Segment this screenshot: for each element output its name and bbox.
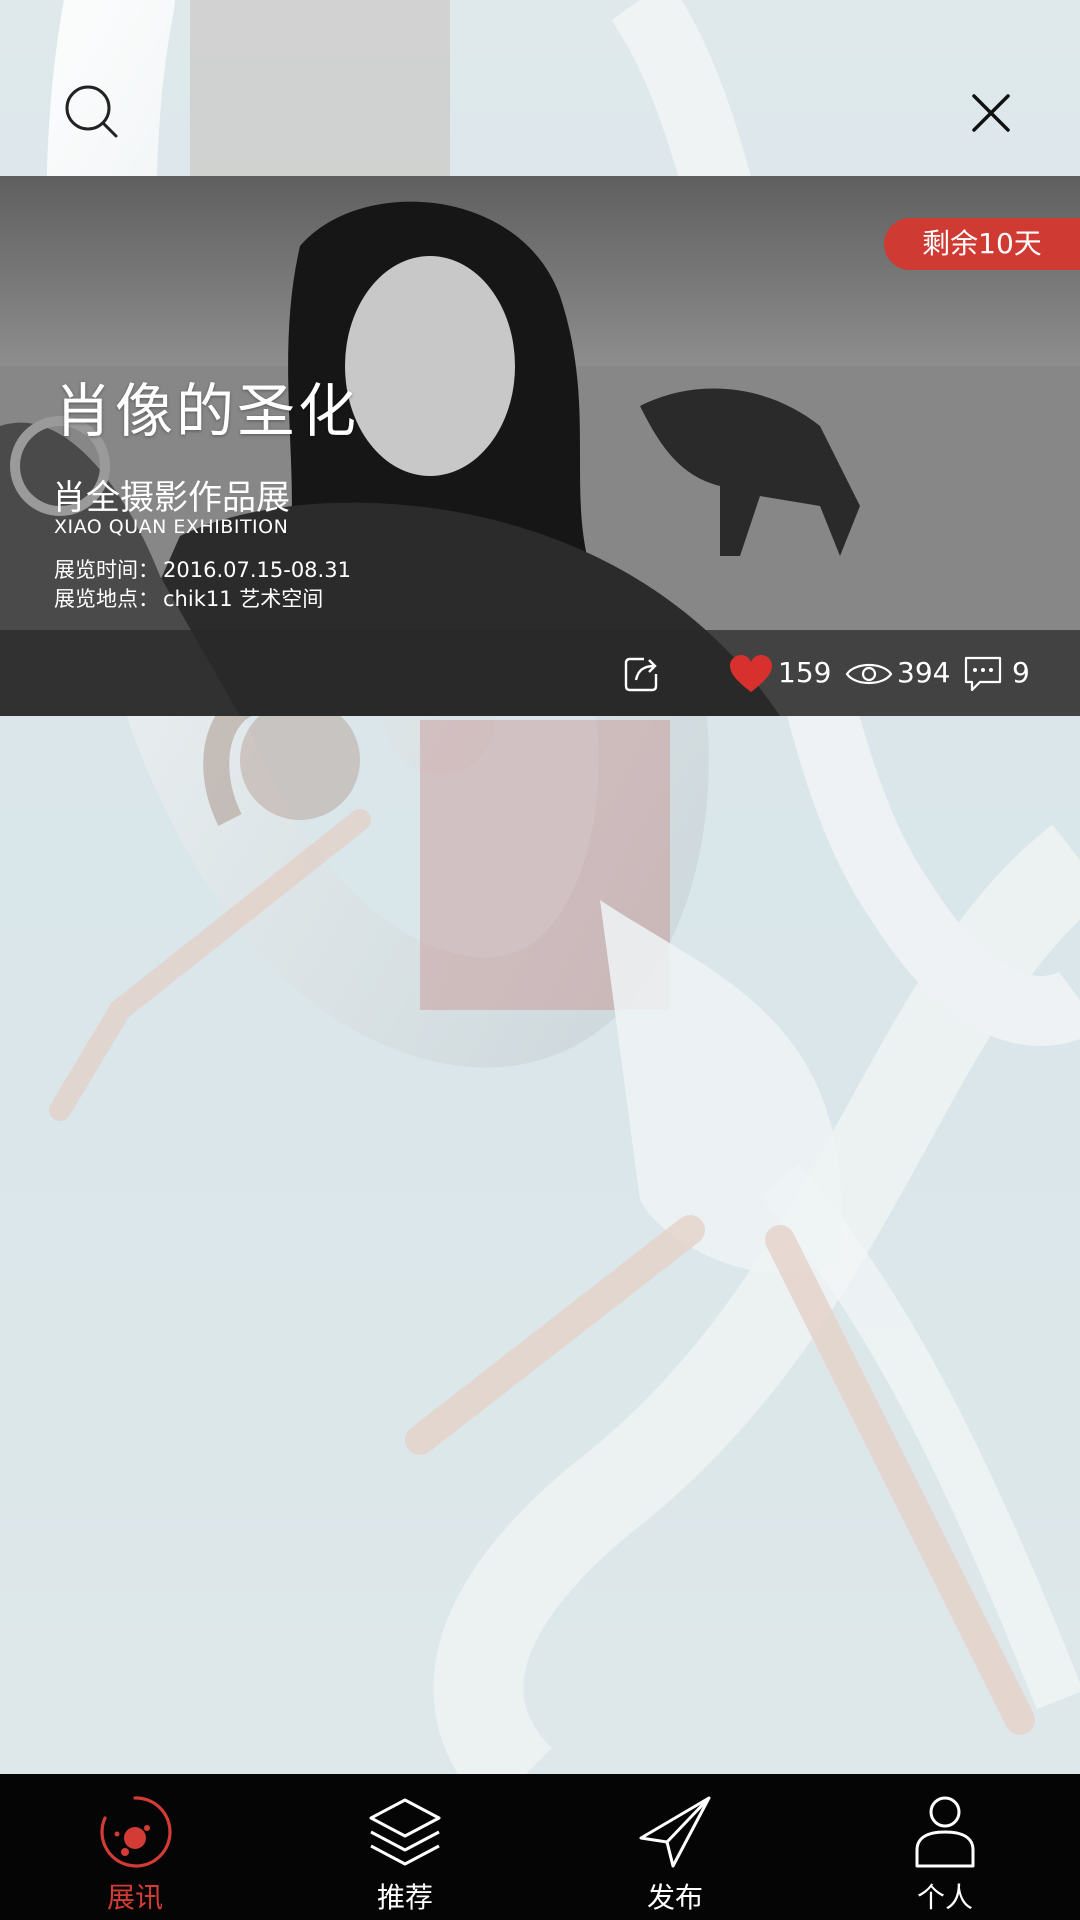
stats-bar: 159 394 9	[0, 630, 1080, 716]
app-screen: 剩余10天 肖像的圣化 肖全摄影作品展 XIAO QUAN EXHIBITION…	[0, 0, 1080, 1920]
search-icon[interactable]	[62, 82, 122, 142]
bottom-nav: 展讯 推荐 发布 个人	[0, 1774, 1080, 1920]
nav-item-profile[interactable]: 个人	[855, 1774, 1035, 1920]
days-remaining-badge: 剩余10天	[884, 218, 1080, 270]
time-value: 2016.07.15-08.31	[163, 558, 351, 582]
exhibition-title: 肖像的圣化	[54, 377, 360, 445]
view-count: 394	[897, 656, 951, 689]
comment-button[interactable]: 9	[962, 630, 1042, 716]
comment-count: 9	[1012, 656, 1030, 689]
nav-item-exhibition[interactable]: 展讯	[45, 1774, 225, 1920]
time-label: 展览时间：	[54, 558, 159, 582]
person-icon	[915, 1796, 975, 1868]
exhibition-time: 展览时间： 2016.07.15-08.31	[54, 554, 351, 584]
like-button[interactable]: 159	[728, 630, 838, 716]
view-counter: 394	[845, 630, 955, 716]
nav-label-recommend: 推荐	[376, 1881, 433, 1914]
exhibition-subtitle-en: XIAO QUAN EXHIBITION	[54, 516, 289, 538]
layers-icon	[369, 1798, 441, 1866]
nav-label-publish: 发布	[646, 1881, 703, 1914]
nav-item-recommend[interactable]: 推荐	[315, 1774, 495, 1920]
eye-icon	[845, 663, 893, 685]
exhibition-card[interactable]: 剩余10天 肖像的圣化 肖全摄影作品展 XIAO QUAN EXHIBITION…	[0, 176, 1080, 716]
paper-plane-icon	[639, 1796, 711, 1868]
location-value: chik11 艺术空间	[163, 587, 324, 611]
share-button[interactable]	[620, 630, 668, 716]
exhibition-location: 展览地点： chik11 艺术空间	[54, 583, 323, 613]
close-icon[interactable]	[968, 90, 1014, 136]
like-count: 159	[778, 656, 832, 689]
heart-icon	[730, 655, 772, 692]
nav-label-exhibition: 展讯	[106, 1881, 163, 1914]
location-label: 展览地点：	[54, 587, 159, 611]
share-icon	[624, 657, 658, 692]
exhibition-subtitle: 肖全摄影作品展	[52, 478, 290, 518]
nav-label-profile: 个人	[916, 1881, 973, 1914]
nav-item-publish[interactable]: 发布	[585, 1774, 765, 1920]
comment-icon	[964, 656, 1002, 692]
top-bar	[0, 0, 1080, 176]
exhibition-icon	[100, 1796, 172, 1868]
